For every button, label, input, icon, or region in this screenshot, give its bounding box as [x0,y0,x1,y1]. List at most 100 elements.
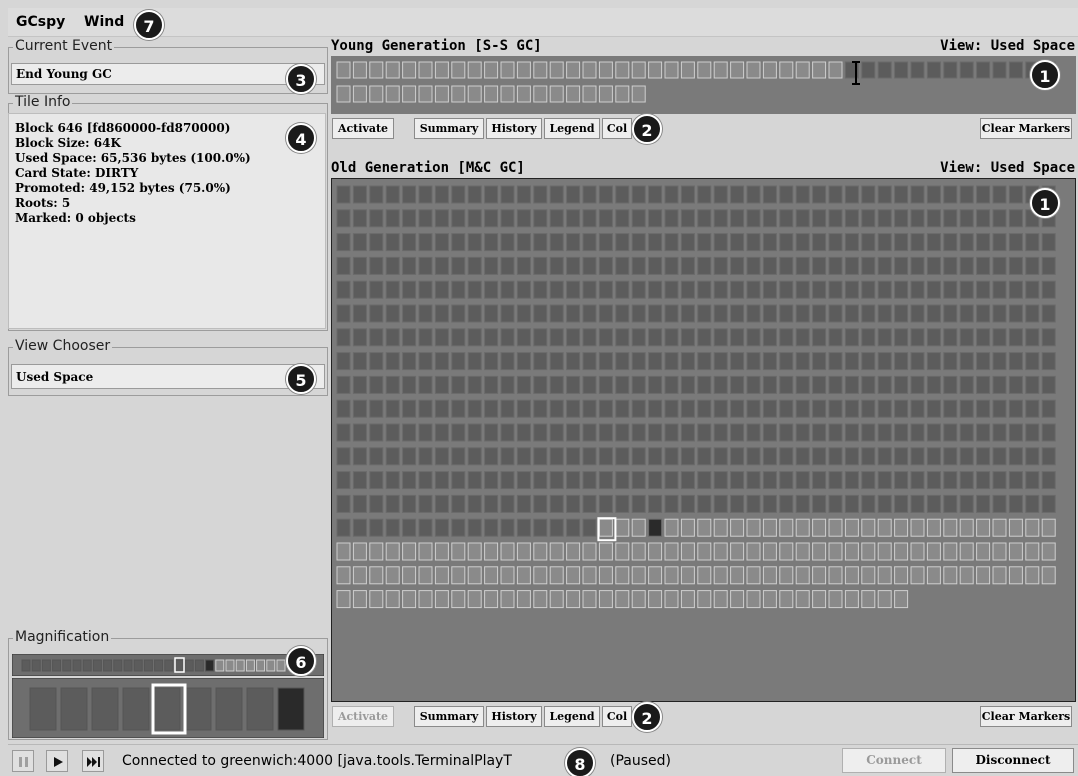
old-tile [762,280,777,299]
old-clear-markers-button[interactable]: Clear Markers [980,706,1072,727]
tile-info-line: Marked: 0 objects [15,211,136,225]
old-tile [418,399,433,418]
old-tile [484,280,499,299]
tile-info-line: Roots: 5 [15,196,71,210]
old-tile [910,399,925,418]
old-tile [664,471,679,490]
old-tile [648,399,663,418]
young-color-button[interactable]: Col [602,118,632,139]
old-tile [697,233,712,252]
callout-badge-5: 5 [286,364,316,394]
old-tile [516,375,531,394]
old-tile [877,280,892,299]
old-tile [467,352,482,371]
old-tile [631,423,646,442]
young-tile [582,61,597,79]
old-tile [844,447,859,466]
old-tile [549,399,564,418]
young-generation-tile-grid[interactable] [331,56,1076,114]
old-tile [976,256,991,275]
old-tile [352,209,367,228]
old-tile [861,256,876,275]
old-tile [976,328,991,347]
old-tile [598,375,613,394]
magnification-overview-strip[interactable] [12,654,324,676]
old-tile [516,518,531,537]
old-tile [959,256,974,275]
mag-strip-tile [184,659,194,672]
old-color-button[interactable]: Col [602,706,632,727]
old-tile [566,185,581,204]
step-button[interactable] [82,750,104,772]
old-activate-button[interactable]: Activate [332,706,394,727]
young-tile [451,61,466,79]
young-activate-button[interactable]: Activate [332,118,394,139]
old-summary-button[interactable]: Summary [414,706,484,727]
young-tile [615,61,630,79]
old-tile [566,209,581,228]
old-tile [451,590,466,609]
old-tile [434,233,449,252]
play-button[interactable] [46,750,68,772]
old-tile [943,471,958,490]
old-tile [894,471,909,490]
old-tile [894,233,909,252]
old-tile [697,185,712,204]
menu-gcspy[interactable]: GCspy [16,14,65,30]
menu-window[interactable]: Wind [84,14,124,30]
connect-button[interactable]: Connect [842,748,946,773]
old-tile [615,375,630,394]
disconnect-button[interactable]: Disconnect [952,748,1074,773]
old-tile [549,375,564,394]
old-tile [434,328,449,347]
old-tile [779,209,794,228]
old-tile [549,304,564,323]
young-tile [1008,61,1023,79]
young-clear-markers-button[interactable]: Clear Markers [980,118,1072,139]
young-tile [418,61,433,79]
young-tile [516,61,531,79]
pause-button[interactable] [12,750,34,772]
old-tile [533,566,548,585]
old-tile [1025,233,1040,252]
old-tile [795,185,810,204]
old-tile [467,590,482,609]
young-tile [812,61,827,79]
old-tile [861,471,876,490]
old-tile [1041,399,1056,418]
young-summary-button[interactable]: Summary [414,118,484,139]
old-tile [418,209,433,228]
old-tile [566,304,581,323]
old-tile [516,185,531,204]
view-chooser-select[interactable]: Used Space [11,364,325,389]
old-tile [894,447,909,466]
old-history-button[interactable]: History [486,706,542,727]
old-tile [812,256,827,275]
old-tile [615,518,630,537]
old-tile [697,328,712,347]
mag-strip-tile [194,659,204,672]
old-tile [795,352,810,371]
old-generation-tile-grid[interactable] [331,178,1076,702]
young-history-button[interactable]: History [486,118,542,139]
old-tile [926,423,941,442]
old-tile [943,494,958,513]
old-tile [877,542,892,561]
old-tile [910,518,925,537]
old-tile [697,590,712,609]
old-tile [516,399,531,418]
old-tile [730,352,745,371]
old-tile [1025,447,1040,466]
old-tile [418,542,433,561]
old-tile [861,542,876,561]
old-tile [467,542,482,561]
old-tile [992,352,1007,371]
gcspy-window: GCspy Wind 7 Current Event End Young GC … [0,0,1078,776]
young-tile [664,61,679,79]
old-tile [779,494,794,513]
old-tile [615,233,630,252]
old-tile [533,447,548,466]
old-tile [861,185,876,204]
young-legend-button[interactable]: Legend [544,118,600,139]
old-legend-button[interactable]: Legend [544,706,600,727]
